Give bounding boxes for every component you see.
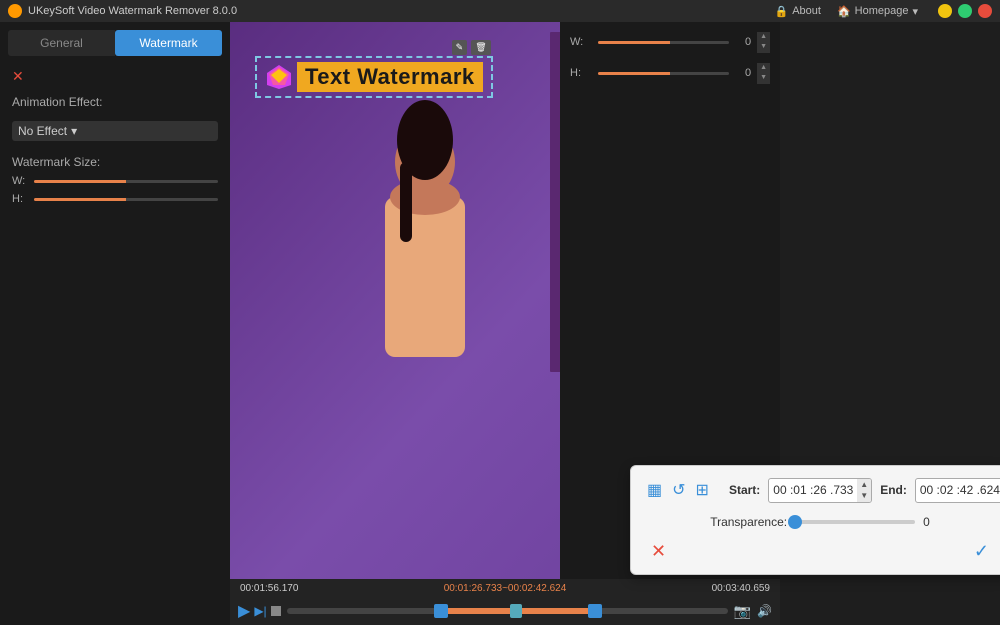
rp-h-value: 0	[735, 67, 751, 79]
close-button[interactable]	[978, 4, 992, 18]
screenshot-button[interactable]: 📷	[734, 603, 751, 620]
rp-w-stepper: ▲ ▼	[757, 32, 770, 53]
end-time-input-group: ▲ ▼	[915, 478, 1000, 503]
sidebar-close-icon[interactable]: ✕	[12, 68, 218, 85]
popup-filter-button[interactable]: ▦	[647, 480, 662, 500]
popup-ok-button[interactable]: ✓	[974, 541, 989, 562]
main-area: General Watermark ✕ Animation Effect: No…	[0, 22, 1000, 625]
animation-effect-label: Animation Effect:	[12, 95, 218, 109]
time-range-popup: ▦ ↺ ⊞ Start: ▲ ▼ End:	[630, 465, 1000, 575]
rp-width-slider[interactable]	[598, 41, 729, 44]
timeline-handle-left[interactable]	[434, 604, 448, 618]
popup-actions: ✕ ✓	[647, 541, 993, 562]
timeline-handle-right[interactable]	[588, 604, 602, 618]
popup-cancel-button[interactable]: ✕	[651, 541, 666, 562]
rp-height-row: H: 0 ▲ ▼	[570, 63, 770, 84]
width-row: W:	[12, 175, 218, 187]
transparence-value: 0	[923, 515, 930, 529]
nav-homepage[interactable]: 🏠 Homepage ▾	[837, 5, 918, 18]
app-logo-icon	[8, 4, 22, 18]
sidebar-watermark-section: ✕ Animation Effect: No Effect ▾ Watermar…	[0, 64, 230, 209]
delete-watermark-button[interactable]: 🗑	[471, 40, 490, 55]
rp-w-value: 0	[735, 36, 751, 48]
height-slider[interactable]	[34, 198, 218, 201]
rp-h-label: H:	[570, 67, 592, 79]
end-time-input[interactable]	[916, 480, 1000, 500]
width-slider[interactable]	[34, 180, 218, 183]
start-decrement-button[interactable]: ▼	[857, 490, 871, 502]
rp-h-decrement[interactable]: ▼	[757, 73, 770, 83]
time-range: 00:01:26.733~00:02:42.624	[444, 583, 567, 594]
edit-watermark-button[interactable]: ✎	[452, 40, 468, 55]
timeline-track[interactable]	[287, 608, 728, 614]
nav-about[interactable]: 🔒 About	[774, 5, 820, 18]
minimize-button[interactable]	[938, 4, 952, 18]
start-time-input[interactable]	[769, 480, 857, 500]
stop-button[interactable]	[271, 606, 281, 616]
titlebar-nav: 🔒 About 🏠 Homepage ▾	[774, 5, 918, 18]
content-area: ✎ 🗑 Text Watermark W: 0	[230, 22, 1000, 625]
tab-watermark[interactable]: Watermark	[115, 30, 222, 56]
watermark-text-label: Text Watermark	[297, 62, 483, 92]
start-increment-button[interactable]: ▲	[857, 479, 871, 491]
timeline-row: ▶ ▶| 📷 🔊	[238, 601, 772, 621]
rp-h-increment[interactable]: ▲	[757, 63, 770, 73]
app-title: UKeySoft Video Watermark Remover 8.0.0	[28, 5, 237, 17]
rp-width-row: W: 0 ▲ ▼	[570, 32, 770, 53]
rp-w-increment[interactable]: ▲	[757, 32, 770, 42]
rp-w-decrement[interactable]: ▼	[757, 42, 770, 52]
time-current: 00:01:56.170	[240, 583, 298, 594]
titlebar-right: 🔒 About 🏠 Homepage ▾	[774, 4, 992, 18]
step-forward-button[interactable]: ▶|	[254, 604, 266, 618]
sidebar: General Watermark ✕ Animation Effect: No…	[0, 22, 230, 625]
end-label: End:	[880, 483, 907, 497]
start-time-stepper: ▲ ▼	[857, 479, 871, 502]
time-total: 00:03:40.659	[712, 583, 770, 594]
w-label: W:	[12, 175, 30, 187]
titlebar: UKeySoft Video Watermark Remover 8.0.0 🔒…	[0, 0, 1000, 22]
transparence-label: Transparence:	[710, 515, 787, 529]
sidebar-tabs: General Watermark	[8, 30, 222, 56]
volume-button[interactable]: 🔊	[757, 604, 772, 618]
popup-refresh-button[interactable]: ↺	[672, 480, 685, 500]
timeline-playhead[interactable]	[510, 604, 522, 618]
window-controls	[938, 4, 992, 18]
watermark-size-label: Watermark Size:	[12, 155, 218, 169]
height-row: H:	[12, 193, 218, 205]
tab-general[interactable]: General	[8, 30, 115, 56]
rp-h-stepper: ▲ ▼	[757, 63, 770, 84]
popup-toolbar: ▦ ↺ ⊞ Start: ▲ ▼ End:	[647, 478, 993, 503]
animation-effect-select[interactable]: No Effect ▾	[12, 121, 218, 141]
transparence-thumb[interactable]	[788, 515, 802, 529]
play-button[interactable]: ▶	[238, 601, 250, 621]
effect-value: No Effect	[18, 124, 67, 138]
watermark-logo-icon	[265, 63, 293, 91]
h-label: H:	[12, 193, 30, 205]
time-labels: 00:01:56.170 00:01:26.733~00:02:42.624 0…	[238, 583, 772, 594]
start-time-input-group: ▲ ▼	[768, 478, 872, 503]
watermark-overlay[interactable]: ✎ 🗑 Text Watermark	[255, 56, 493, 98]
transparence-row: Transparence: 0	[647, 515, 993, 529]
time-inputs: Start: ▲ ▼ End: ▲ ▼	[729, 478, 1000, 503]
rp-w-label: W:	[570, 36, 592, 48]
player-controls-bar: 00:01:56.170 00:01:26.733~00:02:42.624 0…	[230, 579, 780, 625]
popup-grid-button[interactable]: ⊞	[696, 480, 709, 500]
dropdown-arrow-icon: ▾	[71, 124, 77, 138]
maximize-button[interactable]	[958, 4, 972, 18]
titlebar-left: UKeySoft Video Watermark Remover 8.0.0	[8, 4, 237, 18]
rp-height-slider[interactable]	[598, 72, 729, 75]
play-controls: ▶ ▶|	[238, 601, 281, 621]
start-label: Start:	[729, 483, 760, 497]
watermark-control-buttons: ✎ 🗑	[452, 40, 491, 55]
transparence-slider[interactable]	[795, 520, 915, 524]
